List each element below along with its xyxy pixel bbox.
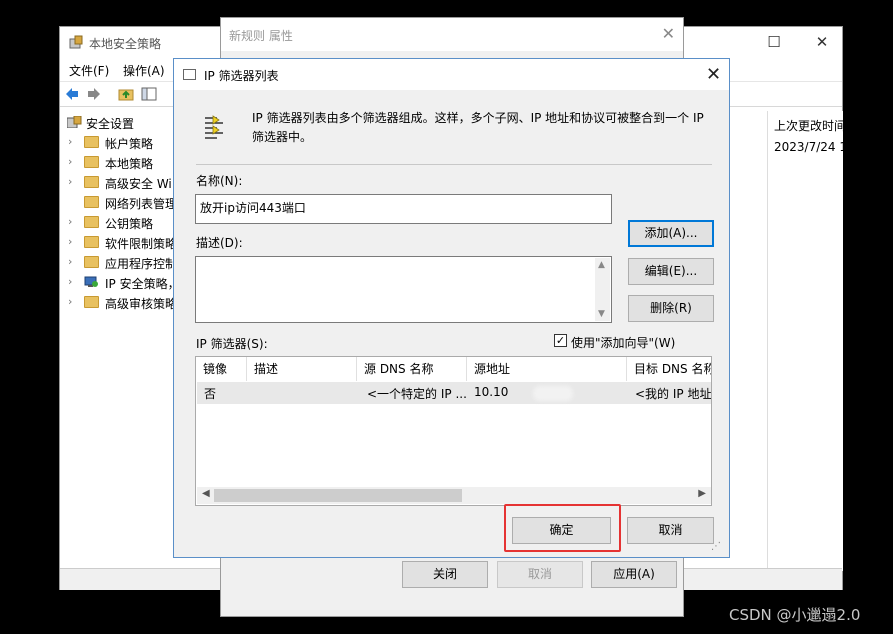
scroll-left-icon[interactable]: ◀ (202, 488, 210, 499)
security-policy-icon (69, 35, 83, 49)
ip-filters-label: IP 筛选器(S): (196, 337, 268, 351)
properties-title: 新规则 属性 (229, 29, 293, 43)
resize-grip-icon[interactable]: ⋰ (711, 541, 727, 557)
mmc-title: 本地安全策略 (89, 37, 162, 51)
tree-label: 高级审核策略 (105, 297, 178, 311)
description-input[interactable]: ▲ ▼ (195, 256, 612, 323)
use-wizard-label[interactable]: 使用"添加向导"(W) (571, 334, 675, 351)
close-button[interactable]: 关闭 (402, 561, 488, 588)
chevron-right-icon[interactable]: › (68, 175, 72, 188)
tree-label: 帐户策略 (105, 137, 154, 151)
dialog-description: IP 筛选器列表由多个筛选器组成。这样，多个子网、IP 地址和协议可被整合到一个… (252, 111, 704, 144)
redaction-blur (533, 386, 573, 401)
cell-source-dns: <一个特定的 IP ... (367, 387, 467, 401)
folder-lock-icon (84, 156, 99, 168)
tree-label: 高级安全 Wi (105, 177, 172, 191)
column-header-description[interactable]: 描述 (247, 357, 357, 381)
tree-label: IP 安全策略， (105, 277, 178, 291)
forward-arrow-icon[interactable] (86, 86, 102, 102)
apply-button[interactable]: 应用(A) (591, 561, 677, 588)
add-button[interactable]: 添加(A)... (628, 220, 714, 247)
tree-label: 网络列表管理 (105, 197, 178, 211)
name-input[interactable]: 放开ip访问443端口 (195, 194, 612, 224)
folder-icon (84, 216, 99, 228)
back-arrow-icon[interactable] (64, 86, 80, 102)
column-header-source-address[interactable]: 源地址 (467, 357, 627, 381)
security-settings-icon (67, 116, 82, 128)
cell-dest-dns: <我的 IP 地址 (635, 387, 711, 401)
watermark: CSDN @小邋遢2.0 (729, 606, 861, 624)
column-header-source-dns[interactable]: 源 DNS 名称 (357, 357, 467, 381)
properties-titlebar[interactable]: 新规则 属性 ✕ (221, 18, 683, 51)
menu-file[interactable]: 文件(F) (69, 62, 109, 79)
horizontal-scrollbar[interactable]: ◀ ▶ (197, 487, 711, 504)
folder-icon (84, 176, 99, 188)
folder-icon (84, 196, 99, 208)
tree-label: 本地策略 (105, 157, 154, 171)
table-row[interactable]: 否 <一个特定的 IP ... 10.10 <我的 IP 地址 (197, 382, 711, 404)
chevron-right-icon[interactable]: › (68, 275, 72, 288)
console-tree: 安全设置 › 帐户策略 › 本地策略 › 高级安全 Wi 网络列表管理 › 公钥… (60, 111, 178, 571)
tree-label: 应用程序控制 (105, 257, 178, 271)
scrollbar-thumb[interactable] (214, 489, 462, 502)
column-header-dest-dns[interactable]: 目标 DNS 名称 (627, 357, 711, 381)
ip-security-icon (84, 276, 98, 287)
folder-icon (84, 236, 99, 248)
chevron-right-icon[interactable]: › (68, 135, 72, 148)
cancel-button[interactable]: 取消 (627, 517, 714, 544)
close-icon[interactable]: ✕ (808, 33, 836, 51)
chevron-right-icon[interactable]: › (68, 235, 72, 248)
scroll-down-icon[interactable]: ▼ (598, 309, 605, 319)
chevron-right-icon[interactable]: › (68, 155, 72, 168)
tree-label: 安全设置 (86, 117, 135, 131)
close-icon[interactable]: ✕ (706, 64, 721, 85)
ip-filter-list-dialog: IP 筛选器列表 ✕ IP 筛选器列表由多个筛选器组成。这样，多个子网、IP 地… (173, 58, 730, 558)
maximize-icon[interactable]: ☐ (760, 33, 788, 51)
tree-label: 公钥策略 (105, 217, 154, 231)
dialog-titlebar[interactable]: IP 筛选器列表 ✕ (174, 59, 729, 90)
description-scrollbar[interactable]: ▲ ▼ (595, 258, 610, 321)
menu-action[interactable]: 操作(A) (123, 62, 165, 79)
chevron-right-icon[interactable]: › (68, 295, 72, 308)
edit-button[interactable]: 编辑(E)... (628, 258, 714, 285)
cell-source-address: 10.10 (474, 385, 509, 399)
scroll-right-icon[interactable]: ▶ (698, 488, 706, 499)
name-label: 名称(N): (196, 174, 243, 188)
ok-highlight-box (504, 504, 621, 552)
description-label: 描述(D): (196, 236, 243, 250)
separator (196, 164, 712, 165)
use-wizard-checkbox[interactable]: ✓ (554, 334, 567, 347)
last-modified-value: 2023/7/24 1 (774, 140, 847, 154)
chevron-right-icon[interactable]: › (68, 255, 72, 268)
tree-label: 软件限制策略 (105, 237, 178, 251)
column-header-mirror[interactable]: 镜像 (196, 357, 247, 381)
folder-lock-icon (84, 136, 99, 148)
cell-mirror: 否 (204, 387, 217, 401)
chevron-right-icon[interactable]: › (68, 215, 72, 228)
column-header-last-modified[interactable]: 上次更改时间 (774, 117, 846, 134)
up-folder-icon[interactable] (118, 86, 134, 102)
folder-icon (84, 296, 99, 308)
dialog-title: IP 筛选器列表 (204, 69, 279, 83)
show-hide-tree-icon[interactable] (141, 86, 157, 102)
name-value: 放开ip访问443端口 (200, 201, 306, 215)
folder-icon (84, 256, 99, 268)
ip-filter-icon (205, 115, 223, 139)
scroll-up-icon[interactable]: ▲ (598, 260, 605, 270)
remove-button[interactable]: 删除(R) (628, 295, 714, 322)
window-icon (183, 69, 196, 80)
checkmark-icon: ✓ (555, 334, 566, 347)
properties-cancel-button[interactable]: 取消 (497, 561, 583, 588)
close-icon[interactable]: ✕ (662, 24, 675, 43)
ip-filters-list[interactable]: 镜像 描述 源 DNS 名称 源地址 目标 DNS 名称 否 <一个特定的 IP… (195, 356, 712, 506)
details-pane: 上次更改时间 2023/7/24 1 (767, 111, 847, 571)
